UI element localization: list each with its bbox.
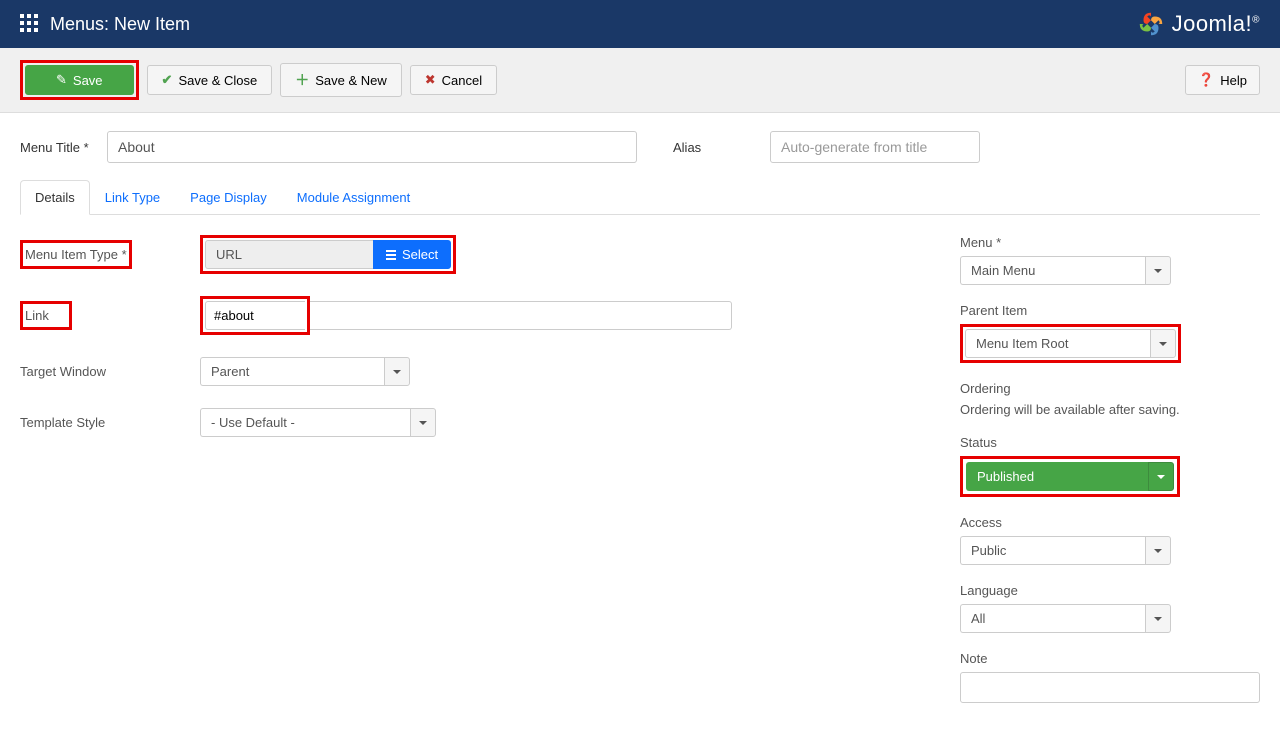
tab-module-assignment[interactable]: Module Assignment [282, 180, 425, 215]
access-value: Public [960, 536, 1145, 565]
chevron-down-icon [1145, 256, 1171, 285]
language-value: All [960, 604, 1145, 633]
joomla-logo: Joomla!® [1136, 9, 1260, 39]
target-window-label: Target Window [20, 364, 200, 379]
language-group: Language All [960, 583, 1260, 633]
cancel-label: Cancel [442, 73, 482, 88]
menu-title-label: Menu Title * [20, 140, 95, 155]
menu-dropdown[interactable]: Main Menu [960, 256, 1171, 285]
parent-dropdown[interactable]: Menu Item Root [965, 329, 1176, 358]
header-left: Menus: New Item [20, 14, 190, 35]
status-value: Published [966, 462, 1148, 491]
chevron-down-icon [1145, 536, 1171, 565]
menu-label: Menu * [960, 235, 1260, 250]
link-input[interactable] [205, 301, 305, 330]
target-window-value: Parent [200, 357, 384, 386]
menu-item-type-value: URL [205, 240, 373, 269]
action-toolbar: ✎ Save ✔ Save & Close ＋ Save & New ✖ Can… [0, 48, 1280, 113]
language-label: Language [960, 583, 1260, 598]
menu-item-type-label: Menu Item Type * [20, 240, 132, 269]
status-group: Status Published [960, 435, 1260, 497]
save-close-label: Save & Close [178, 73, 257, 88]
target-window-row: Target Window Parent [20, 357, 940, 386]
chevron-down-icon [1150, 329, 1176, 358]
content-area: Menu Title * Alias Details Link Type Pag… [0, 113, 1280, 739]
note-group: Note [960, 651, 1260, 703]
target-window-dropdown[interactable]: Parent [200, 357, 410, 386]
template-style-value: - Use Default - [200, 408, 410, 437]
page-title: Menus: New Item [50, 14, 190, 35]
joomla-logo-icon [1136, 9, 1166, 39]
question-icon: ❓ [1198, 72, 1214, 88]
save-new-button[interactable]: ＋ Save & New [280, 63, 402, 97]
link-row: Link [20, 296, 940, 335]
cancel-button[interactable]: ✖ Cancel [410, 65, 497, 95]
note-label: Note [960, 651, 1260, 666]
toolbar-left: ✎ Save ✔ Save & Close ＋ Save & New ✖ Can… [20, 60, 497, 100]
link-input-rest[interactable] [310, 301, 732, 330]
tab-details[interactable]: Details [20, 180, 90, 215]
logo-text: Joomla!® [1172, 11, 1260, 37]
chevron-down-icon [384, 357, 410, 386]
pencil-icon: ✎ [56, 72, 67, 88]
toolbar-right: ❓ Help [1185, 65, 1260, 95]
select-type-button[interactable]: Select [373, 240, 451, 269]
tab-page-display[interactable]: Page Display [175, 180, 282, 215]
chevron-down-icon [1145, 604, 1171, 633]
left-column: Menu Item Type * URL Select Link [20, 235, 940, 721]
chevron-down-icon [1148, 462, 1174, 491]
access-label: Access [960, 515, 1260, 530]
ordering-group: Ordering Ordering will be available afte… [960, 381, 1260, 417]
plus-icon: ＋ [295, 70, 309, 90]
save-highlight: ✎ Save [20, 60, 139, 100]
parent-highlight: Menu Item Root [960, 324, 1181, 363]
menu-item-type-row: Menu Item Type * URL Select [20, 235, 940, 274]
top-header: Menus: New Item Joomla!® [0, 0, 1280, 48]
parent-group: Parent Item Menu Item Root [960, 303, 1260, 363]
link-label: Link [20, 301, 72, 330]
list-icon [386, 250, 396, 260]
template-style-label: Template Style [20, 415, 200, 430]
link-highlight [200, 296, 310, 335]
status-highlight: Published [960, 456, 1180, 497]
form-columns: Menu Item Type * URL Select Link [20, 235, 1260, 721]
parent-label: Parent Item [960, 303, 1260, 318]
status-label: Status [960, 435, 1260, 450]
tabs-container: Details Link Type Page Display Module As… [20, 179, 1260, 215]
help-button[interactable]: ❓ Help [1185, 65, 1260, 95]
select-btn-label: Select [402, 247, 438, 262]
cancel-icon: ✖ [425, 72, 436, 88]
menu-value: Main Menu [960, 256, 1145, 285]
status-dropdown[interactable]: Published [966, 462, 1174, 491]
alias-input[interactable] [770, 131, 980, 163]
save-close-button[interactable]: ✔ Save & Close [147, 65, 273, 95]
alias-label: Alias [673, 140, 748, 155]
save-button[interactable]: ✎ Save [25, 65, 134, 95]
menu-title-input[interactable] [107, 131, 637, 163]
help-label: Help [1220, 73, 1247, 88]
template-style-dropdown[interactable]: - Use Default - [200, 408, 436, 437]
language-dropdown[interactable]: All [960, 604, 1171, 633]
tab-link-type[interactable]: Link Type [90, 180, 175, 215]
check-icon: ✔ [162, 72, 173, 88]
access-group: Access Public [960, 515, 1260, 565]
grid-icon[interactable] [20, 14, 38, 35]
note-input[interactable] [960, 672, 1260, 703]
title-row: Menu Title * Alias [20, 131, 1260, 163]
access-dropdown[interactable]: Public [960, 536, 1171, 565]
menu-item-type-label-wrap: Menu Item Type * [20, 240, 200, 269]
chevron-down-icon [410, 408, 436, 437]
right-column: Menu * Main Menu Parent Item Menu Item R… [960, 235, 1260, 721]
template-style-row: Template Style - Use Default - [20, 408, 940, 437]
ordering-text: Ordering will be available after saving. [960, 402, 1180, 417]
menu-item-type-highlight: URL Select [200, 235, 456, 274]
menu-group: Menu * Main Menu [960, 235, 1260, 285]
save-label: Save [73, 73, 103, 88]
ordering-label: Ordering [960, 381, 1260, 396]
parent-value: Menu Item Root [965, 329, 1150, 358]
save-new-label: Save & New [315, 73, 387, 88]
link-input-group [200, 296, 732, 335]
link-label-wrap: Link [20, 301, 200, 330]
